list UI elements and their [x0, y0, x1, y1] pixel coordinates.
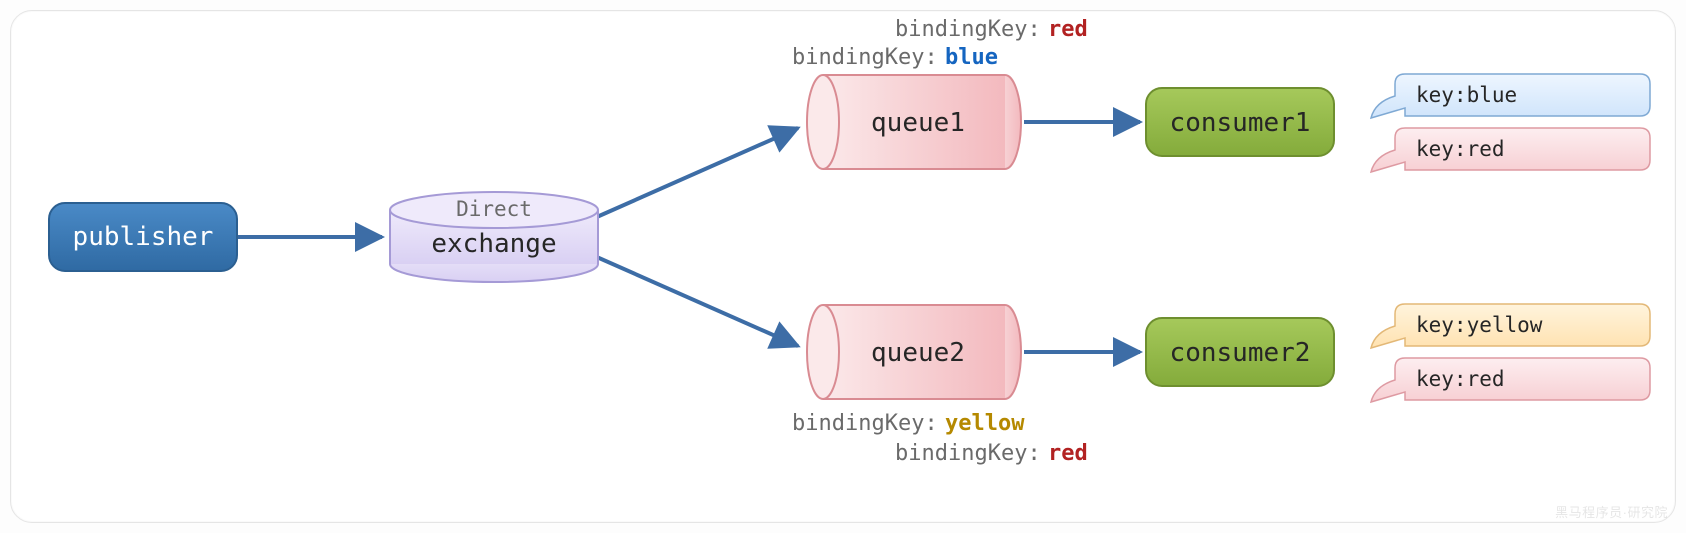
- msg-value: red: [1467, 367, 1505, 391]
- exchange-label: exchange: [431, 229, 556, 259]
- edge-exchange-queue1: [590, 128, 798, 220]
- msg-prefix: key:: [1416, 83, 1467, 107]
- diagram-svg: publisher Direct exchange queue1: [0, 0, 1686, 533]
- queue1-node: queue1: [807, 75, 1021, 169]
- binding-key-label: bindingKey:: [895, 441, 1041, 466]
- queue2-binding-red: bindingKey: red: [895, 441, 1088, 466]
- consumer1-msg-red: key:red: [1371, 128, 1650, 172]
- binding-value: red: [1048, 17, 1088, 42]
- exchange-node: Direct exchange: [390, 192, 598, 282]
- binding-key-label: bindingKey:: [895, 17, 1041, 42]
- watermark: 黑马程序员·研究院: [1555, 502, 1668, 521]
- svg-text:key:yellow: key:yellow: [1416, 313, 1543, 337]
- exchange-type: Direct: [456, 197, 532, 221]
- binding-value: blue: [945, 45, 998, 70]
- publisher-node: publisher: [49, 203, 237, 271]
- queue1-binding-blue: bindingKey: blue: [792, 45, 998, 70]
- msg-prefix: key:: [1416, 367, 1467, 391]
- publisher-label: publisher: [73, 222, 214, 252]
- consumer2-msg-yellow: key:yellow: [1371, 304, 1650, 348]
- consumer2-label: consumer2: [1170, 338, 1311, 368]
- msg-value: red: [1467, 137, 1505, 161]
- msg-value: yellow: [1467, 313, 1543, 337]
- consumer1-label: consumer1: [1170, 108, 1311, 138]
- diagram-viewport: publisher Direct exchange queue1: [0, 0, 1686, 533]
- msg-prefix: key:: [1416, 137, 1467, 161]
- consumer1-node: consumer1: [1146, 88, 1334, 156]
- msg-prefix: key:: [1416, 313, 1467, 337]
- svg-text:key:red: key:red: [1416, 137, 1505, 161]
- msg-value: blue: [1467, 83, 1518, 107]
- svg-text:key:red: key:red: [1416, 367, 1505, 391]
- edge-exchange-queue2: [590, 254, 798, 346]
- binding-key-label: bindingKey:: [792, 45, 938, 70]
- queue1-label: queue1: [871, 108, 965, 138]
- queue1-binding-red: bindingKey: red: [895, 17, 1088, 42]
- binding-key-label: bindingKey:: [792, 411, 938, 436]
- queue2-label: queue2: [871, 338, 965, 368]
- binding-value: red: [1048, 441, 1088, 466]
- consumer2-msg-red: key:red: [1371, 358, 1650, 402]
- consumer1-msg-blue: key:blue: [1371, 74, 1650, 118]
- svg-text:key:blue: key:blue: [1416, 83, 1517, 107]
- binding-value: yellow: [945, 411, 1025, 436]
- consumer2-node: consumer2: [1146, 318, 1334, 386]
- queue2-binding-yellow: bindingKey: yellow: [792, 411, 1025, 436]
- queue2-node: queue2: [807, 305, 1021, 399]
